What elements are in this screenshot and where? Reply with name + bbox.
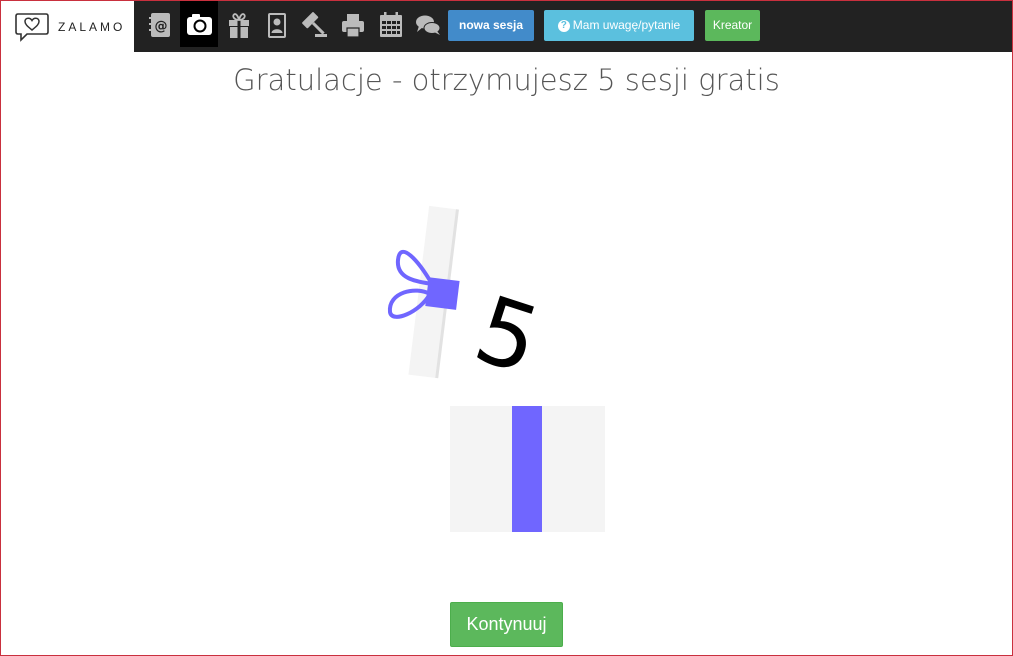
camera-icon[interactable] [180, 1, 218, 47]
question-icon: ? [557, 20, 570, 32]
gift-icon[interactable] [224, 7, 254, 43]
new-session-button[interactable]: nowa sesja [448, 10, 534, 41]
calendar-icon[interactable] [376, 7, 406, 43]
feedback-question-label: Mam uwagę/pytanie [572, 18, 681, 32]
logo-text: ZALAMO [58, 20, 126, 34]
printer-icon[interactable] [338, 7, 368, 43]
gavel-icon[interactable] [299, 7, 329, 43]
chat-icon[interactable] [413, 7, 443, 43]
feedback-question-button[interactable]: ? Mam uwagę/pytanie [544, 10, 694, 41]
logo-heart-bubble-icon [15, 13, 49, 42]
continue-button[interactable]: Kontynuuj [450, 602, 563, 647]
creator-button[interactable]: Kreator [705, 10, 760, 41]
top-navbar: ZALAMO @ nowa sesja ? Mam uwagę/pytanie … [0, 0, 1013, 52]
contact-card-icon[interactable] [262, 7, 292, 43]
logo[interactable]: ZALAMO [1, 1, 134, 52]
page-title: Gratulacje - otrzymujesz 5 sesji gratis [233, 63, 780, 97]
gift-ribbon [512, 406, 542, 532]
address-book-icon[interactable]: @ [146, 7, 176, 43]
svg-text:@: @ [155, 19, 168, 34]
